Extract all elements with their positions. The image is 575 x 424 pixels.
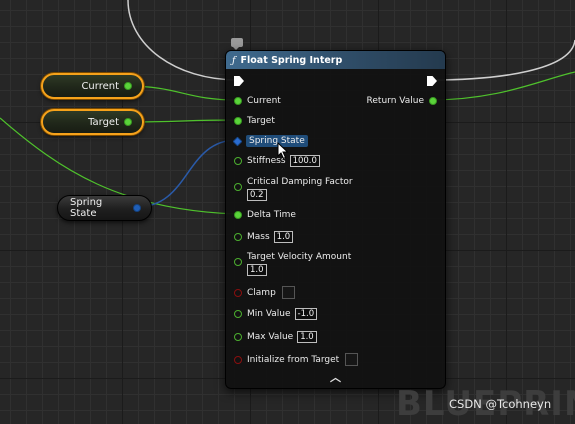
clamp-input-pin[interactable] (234, 288, 242, 297)
float-spring-interp-node[interactable]: ƒ Float Spring Interp Current Return Val… (225, 50, 446, 389)
min-value-field[interactable]: -1.0 (294, 308, 318, 320)
current-input-label: Current (247, 96, 281, 106)
exec-wire-out (429, 39, 575, 81)
return-value-pin[interactable] (429, 97, 437, 105)
variable-node-target[interactable]: Target (41, 109, 144, 135)
velocity-input-pin[interactable] (234, 258, 242, 266)
variable-label: Target (88, 116, 119, 128)
exec-input-row (234, 76, 244, 86)
csdn-watermark: CSDN @Tcohneyn (449, 397, 552, 411)
clamp-checkbox[interactable] (281, 286, 295, 299)
velocity-label: Target Velocity Amount (247, 252, 352, 262)
current-input-pin[interactable] (234, 97, 242, 105)
variable-label: Spring State (70, 197, 103, 219)
input-damping-row: Critical Damping Factor 0.2 (234, 177, 353, 201)
min-label: Min Value (247, 309, 291, 319)
damping-input-pin[interactable] (234, 183, 242, 191)
max-label: Max Value (247, 332, 294, 342)
return-value-label: Return Value (366, 96, 424, 106)
spring-state-input-pin[interactable] (232, 136, 243, 146)
wire-spring-state (136, 139, 238, 208)
max-value-field[interactable]: 1.0 (297, 331, 317, 343)
velocity-value-field[interactable]: 1.0 (247, 264, 267, 276)
init-input-pin[interactable] (234, 355, 242, 364)
init-checkbox[interactable] (345, 353, 359, 366)
exec-output-row (427, 76, 437, 86)
input-current-row: Current (234, 96, 281, 106)
variable-label: Current (81, 80, 119, 92)
mass-label: Mass (247, 232, 270, 242)
mass-value-field[interactable]: 1.0 (273, 231, 294, 243)
input-target-row: Target (234, 116, 275, 126)
input-max-row: Max Value 1.0 (234, 331, 317, 343)
mass-input-pin[interactable] (234, 233, 242, 241)
comment-bubble-icon[interactable] (231, 38, 243, 50)
input-spring-state-row: Spring State (232, 135, 308, 147)
target-input-label: Target (247, 116, 275, 126)
function-icon: ƒ (232, 54, 236, 66)
collapse-chevron-icon[interactable]: ︿ (226, 369, 445, 385)
node-header[interactable]: ƒ Float Spring Interp (226, 51, 445, 69)
node-title: Float Spring Interp (240, 54, 343, 66)
input-delta-time-row: Delta Time (234, 210, 296, 220)
float-output-pin[interactable] (124, 82, 132, 90)
max-input-pin[interactable] (234, 333, 242, 341)
stiffness-input-pin[interactable] (234, 157, 242, 165)
stiffness-value-field[interactable]: 100.0 (289, 155, 320, 167)
target-input-pin[interactable] (234, 117, 242, 125)
variable-node-spring-state[interactable]: Spring State (57, 195, 152, 221)
delta-time-input-pin[interactable] (234, 211, 242, 219)
exec-wire-in (127, 0, 239, 81)
mouse-cursor-icon (277, 142, 289, 160)
clamp-label: Clamp (247, 287, 276, 298)
exec-input-pin[interactable] (234, 76, 244, 86)
input-min-row: Min Value -1.0 (234, 308, 318, 320)
init-label: Initialize from Target (247, 354, 340, 365)
input-mass-row: Mass 1.0 (234, 231, 294, 243)
delta-time-label: Delta Time (247, 210, 296, 220)
input-clamp-row: Clamp (234, 286, 295, 299)
struct-output-pin[interactable] (133, 204, 141, 212)
return-value-row: Return Value (367, 96, 437, 106)
exec-output-pin[interactable] (427, 76, 437, 86)
input-velocity-row: Target Velocity Amount 1.0 (234, 252, 351, 276)
damping-label: Critical Damping Factor (247, 177, 353, 187)
float-output-pin[interactable] (124, 118, 132, 126)
variable-node-current[interactable]: Current (41, 73, 144, 99)
input-init-row: Initialize from Target (234, 353, 359, 366)
damping-value-field[interactable]: 0.2 (247, 189, 267, 201)
min-input-pin[interactable] (234, 310, 242, 318)
